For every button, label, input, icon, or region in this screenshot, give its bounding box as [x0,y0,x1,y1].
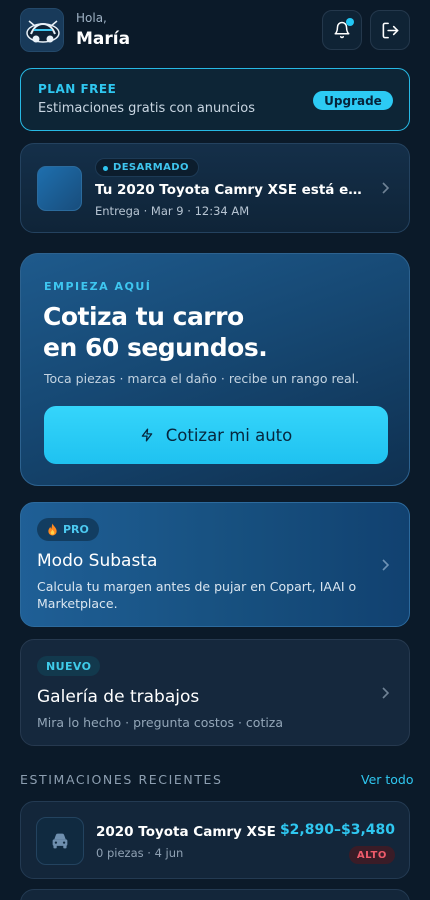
car-icon [52,833,68,849]
chevron-right-icon [382,559,390,571]
fire-icon [48,523,57,536]
hero-title: Cotiza tu carro en 60 segundos. [43,301,268,363]
quote-hero-card: EMPIEZA AQUÍ Cotiza tu carro en 60 segun… [20,253,410,486]
estimate-price-range: $2,890–$3,480 [279,822,395,838]
gallery-title: Galería de trabajos [37,687,200,707]
list-item[interactable] [20,889,410,900]
status-badge: DESARMADO [95,158,199,177]
plan-subtitle: Estimaciones gratis con anuncios [38,101,256,116]
chevron-right-icon [382,182,390,194]
status-badge-label: DESARMADO [113,162,189,173]
new-badge: NUEVO [37,656,101,676]
order-status-card[interactable]: DESARMADO Tu 2020 Toyota Camry XSE está … [20,143,410,233]
app-header: Hola, María [20,8,410,52]
auction-mode-title: Modo Subasta [37,551,158,571]
quote-car-button-label: Cotizar mi auto [165,425,293,445]
notifications-button[interactable] [322,10,362,50]
status-title: Tu 2020 Toyota Camry XSE está en proceso… [95,182,371,198]
vehicle-thumbnail [37,166,82,211]
status-meta: Entrega · Mar 9 · 12:34 AM [95,204,250,218]
gallery-card[interactable]: NUEVO Galería de trabajos Mira lo hecho … [20,639,410,746]
upgrade-button[interactable]: Upgrade [313,91,393,110]
hero-kicker: EMPIEZA AQUÍ [44,280,152,293]
estimate-title: 2020 Toyota Camry XSE [96,824,276,840]
auction-mode-description: Calcula tu margen antes de pujar en Copa… [37,579,357,611]
plan-title: PLAN FREE [38,82,117,96]
hero-title-line-2: en 60 segundos. [43,333,268,362]
recent-estimates-heading: ESTIMACIONES RECIENTES [20,772,223,787]
greeting-label: Hola, [76,11,107,25]
gallery-subtitle: Mira lo hecho · pregunta costos · cotiza [37,715,284,730]
estimate-meta: 0 piezas · 4 jun [96,846,184,860]
plan-banner: PLAN FREE Estimaciones gratis con anunci… [20,68,410,131]
lightning-icon [141,428,153,442]
chevron-right-icon [382,687,390,699]
car-icon-tile [36,817,84,865]
user-name: María [76,29,131,49]
status-dot [103,166,108,171]
car-logo-icon [21,9,63,51]
logout-button[interactable] [370,10,410,50]
quote-car-button[interactable]: Cotizar mi auto [44,406,388,464]
hero-subtitle: Toca piezas · marca el daño · recibe un … [44,371,360,386]
see-all-link[interactable]: Ver todo [361,772,414,787]
logout-icon [382,22,398,38]
pro-badge: PRO [37,518,99,541]
list-item[interactable]: 2020 Toyota Camry XSE 0 piezas · 4 jun $… [20,801,410,879]
notification-dot [346,18,354,26]
hero-title-line-1: Cotiza tu carro [43,302,244,331]
pro-badge-label: PRO [63,523,89,536]
auction-mode-card[interactable]: PRO Modo Subasta Calcula tu margen antes… [20,502,410,627]
estimate-level-badge: ALTO [348,846,395,864]
avatar[interactable] [20,8,64,52]
